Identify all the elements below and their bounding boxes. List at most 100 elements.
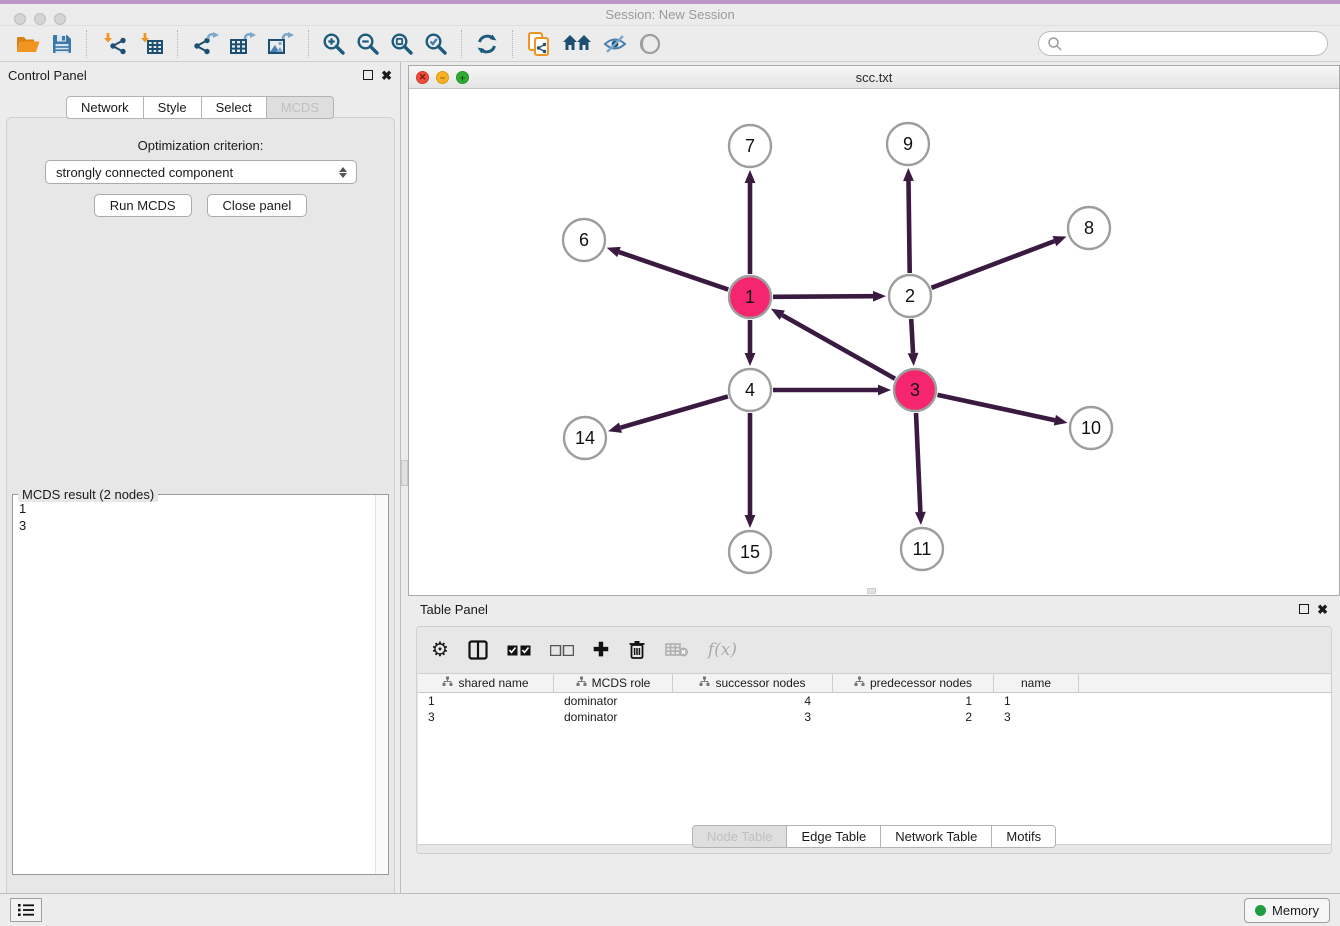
graph-edge-3-10[interactable] bbox=[937, 395, 1054, 420]
minimize-window-button[interactable] bbox=[34, 13, 46, 25]
cell-shared-name[interactable]: 1 bbox=[418, 693, 554, 709]
import-table-icon[interactable] bbox=[133, 30, 169, 58]
result-scrollbar[interactable] bbox=[375, 495, 388, 874]
horizontal-splitter-grip[interactable] bbox=[867, 588, 876, 594]
zoom-window-button[interactable] bbox=[54, 13, 66, 25]
cell-name[interactable]: 1 bbox=[994, 693, 1079, 709]
deselect-all-columns-icon[interactable] bbox=[550, 645, 574, 656]
window-controls bbox=[14, 13, 66, 25]
export-network-icon[interactable] bbox=[186, 30, 224, 58]
edge-arrowhead bbox=[607, 247, 621, 257]
cell-predecessor-nodes[interactable]: 2 bbox=[833, 709, 994, 725]
zoom-out-icon[interactable] bbox=[351, 30, 385, 58]
table-row[interactable]: 3dominator323 bbox=[418, 709, 1331, 725]
tab-network[interactable]: Network bbox=[66, 96, 144, 119]
edge-arrowhead bbox=[873, 291, 886, 302]
graph-edge-2-3[interactable] bbox=[911, 319, 913, 353]
column-header-name[interactable]: name bbox=[994, 674, 1079, 692]
column-header-MCDS-role[interactable]: MCDS role bbox=[554, 674, 673, 692]
export-image-icon[interactable] bbox=[262, 30, 300, 58]
table-tab-edge-table[interactable]: Edge Table bbox=[787, 825, 881, 848]
cell-successor-nodes[interactable]: 3 bbox=[673, 709, 833, 725]
delete-column-icon[interactable] bbox=[628, 640, 646, 660]
table-row[interactable]: 1dominator411 bbox=[418, 693, 1331, 709]
close-table-panel-icon[interactable]: ✖ bbox=[1317, 603, 1328, 616]
mcds-result-text[interactable]: 1 3 bbox=[13, 497, 374, 874]
table-settings-gear-icon[interactable]: ⚙ bbox=[431, 640, 449, 660]
network-canvas[interactable]: 7968124314101511 bbox=[409, 89, 1339, 595]
graph-edge-1-6[interactable] bbox=[619, 252, 728, 290]
table-tab-node-table[interactable]: Node Table bbox=[692, 825, 788, 848]
network-view-window: ✕ − + scc.txt 7968124314101511 bbox=[408, 65, 1340, 596]
zoom-in-icon[interactable] bbox=[317, 30, 351, 58]
control-panel-title: Control Panel bbox=[8, 68, 363, 83]
tab-select[interactable]: Select bbox=[202, 96, 267, 119]
folder-front bbox=[17, 41, 40, 52]
run-mcds-button[interactable]: Run MCDS bbox=[94, 194, 192, 217]
tab-mcds[interactable]: MCDS bbox=[267, 96, 334, 119]
node-label: 4 bbox=[745, 380, 755, 400]
refresh-icon[interactable] bbox=[470, 30, 504, 58]
network-window-titlebar: ✕ − + scc.txt bbox=[409, 66, 1339, 89]
memory-button[interactable]: Memory bbox=[1244, 898, 1330, 923]
search-input[interactable] bbox=[1063, 34, 1327, 54]
tab-style[interactable]: Style bbox=[144, 96, 202, 119]
edge-arrowhead bbox=[745, 353, 756, 366]
close-panel-button[interactable]: Close panel bbox=[207, 194, 308, 217]
graph-edge-2-9[interactable] bbox=[908, 181, 909, 273]
graph-edge-1-2[interactable] bbox=[773, 296, 873, 297]
cell-MCDS-role[interactable]: dominator bbox=[554, 709, 673, 725]
select-all-columns-icon[interactable] bbox=[507, 645, 531, 656]
graph-edge-3-11[interactable] bbox=[916, 413, 920, 512]
column-header-label: successor nodes bbox=[715, 676, 805, 690]
column-header-shared-name[interactable]: shared name bbox=[418, 674, 554, 692]
selected-criterion: strongly connected component bbox=[56, 165, 334, 180]
search-icon bbox=[1047, 36, 1063, 52]
close-panel-icon[interactable]: ✖ bbox=[381, 69, 392, 82]
import-network-icon[interactable] bbox=[95, 30, 133, 58]
delete-table-icon[interactable] bbox=[665, 642, 689, 658]
table-tab-motifs[interactable]: Motifs bbox=[992, 825, 1056, 848]
graph-edge-2-8[interactable] bbox=[932, 241, 1055, 288]
save-session-icon[interactable] bbox=[46, 31, 78, 57]
cell-predecessor-nodes[interactable]: 1 bbox=[833, 693, 994, 709]
graph-edge-3-1[interactable] bbox=[782, 315, 895, 379]
duplicate-network-icon[interactable] bbox=[521, 29, 557, 59]
float-table-panel-icon[interactable] bbox=[1299, 604, 1309, 614]
home-networks-icon[interactable] bbox=[557, 31, 597, 57]
cell-successor-nodes[interactable]: 4 bbox=[673, 693, 833, 709]
function-builder-icon[interactable]: f(x) bbox=[708, 640, 737, 660]
table-tab-network-table[interactable]: Network Table bbox=[881, 825, 992, 848]
show-columns-icon[interactable] bbox=[468, 640, 488, 660]
table-body: 1dominator4113dominator323 bbox=[418, 693, 1331, 725]
show-hidden-icon[interactable] bbox=[633, 30, 667, 58]
open-folder-icon[interactable] bbox=[10, 31, 46, 57]
hide-selected-icon[interactable] bbox=[597, 31, 633, 57]
close-view-button[interactable]: ✕ bbox=[416, 71, 429, 84]
add-column-icon[interactable]: ✚ bbox=[593, 641, 609, 660]
edge-arrowhead bbox=[745, 170, 756, 183]
cell-name[interactable]: 3 bbox=[994, 709, 1079, 725]
column-header-predecessor-nodes[interactable]: predecessor nodes bbox=[833, 674, 994, 692]
vertical-splitter-grip[interactable] bbox=[401, 460, 408, 486]
task-history-icon[interactable] bbox=[10, 898, 42, 922]
minimize-view-button[interactable]: − bbox=[436, 71, 449, 84]
edge-arrowhead bbox=[915, 512, 926, 525]
toolbar-separator bbox=[512, 30, 513, 58]
toolbar-separator bbox=[177, 30, 178, 58]
export-table-icon[interactable] bbox=[224, 30, 262, 58]
app-title: Session: New Session bbox=[605, 7, 734, 22]
graph-edge-4-14[interactable] bbox=[621, 396, 728, 427]
cell-MCDS-role[interactable]: dominator bbox=[554, 693, 673, 709]
node-label: 11 bbox=[913, 539, 932, 559]
zoom-fit-icon[interactable] bbox=[385, 30, 419, 58]
column-header-successor-nodes[interactable]: successor nodes bbox=[673, 674, 833, 692]
maximize-view-button[interactable]: + bbox=[456, 71, 469, 84]
float-panel-icon[interactable] bbox=[363, 70, 373, 80]
node-label: 8 bbox=[1084, 218, 1094, 238]
cell-shared-name[interactable]: 3 bbox=[418, 709, 554, 725]
zoom-selected-icon[interactable] bbox=[419, 30, 453, 58]
optimization-criterion-select[interactable]: strongly connected component bbox=[45, 160, 357, 184]
close-window-button[interactable] bbox=[14, 13, 26, 25]
status-bar: Memory bbox=[0, 893, 1340, 926]
